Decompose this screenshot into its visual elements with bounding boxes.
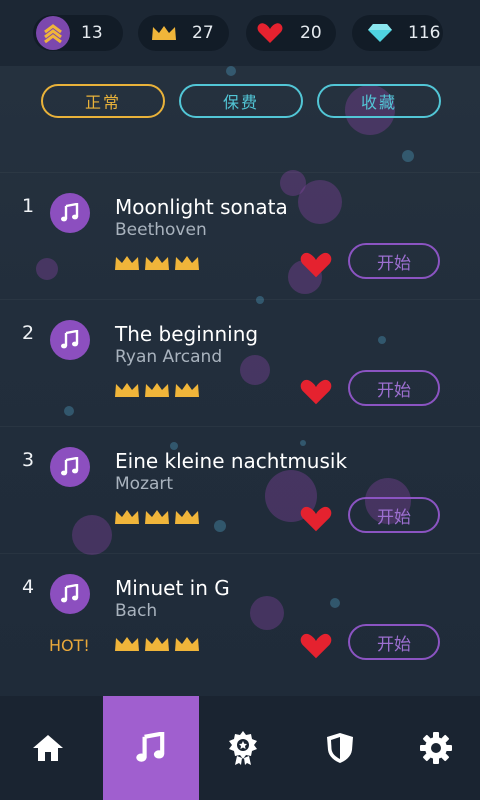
start-button[interactable]: 开始 bbox=[348, 497, 440, 533]
crown-icon bbox=[175, 256, 199, 270]
song-artist: Mozart bbox=[115, 474, 174, 494]
rank-stat: 13 bbox=[33, 15, 123, 51]
diamond-stat: 116 bbox=[352, 15, 443, 51]
tab-normal[interactable]: 正常 bbox=[41, 84, 165, 118]
start-button[interactable]: 开始 bbox=[348, 624, 440, 660]
crown-stat: 27 bbox=[138, 15, 229, 51]
crown-icon bbox=[115, 383, 139, 397]
crown-count: 27 bbox=[192, 23, 214, 43]
favorite-heart-icon[interactable] bbox=[300, 632, 332, 660]
crown-icon bbox=[144, 15, 184, 51]
nav-settings[interactable] bbox=[388, 696, 480, 800]
lives-count: 20 bbox=[300, 23, 322, 43]
song-crowns bbox=[114, 380, 200, 398]
song-title: Minuet in G bbox=[115, 576, 230, 600]
favorite-heart-icon[interactable] bbox=[300, 505, 332, 533]
gear-icon bbox=[420, 732, 452, 764]
stats-bar: 13 27 20 116 bbox=[0, 0, 480, 66]
rank-chevrons-icon bbox=[33, 15, 73, 51]
crown-icon bbox=[115, 510, 139, 524]
nav-shield[interactable] bbox=[292, 696, 388, 800]
lives-stat: 20 bbox=[246, 15, 336, 51]
song-title: Moonlight sonata bbox=[115, 195, 288, 219]
music-note-icon bbox=[50, 193, 90, 233]
song-artist: Bach bbox=[115, 601, 158, 621]
crown-icon bbox=[145, 637, 169, 651]
nav-songs[interactable] bbox=[103, 696, 199, 800]
music-note-icon bbox=[136, 732, 165, 762]
song-row: 1 Moonlight sonata Beethoven 开始 bbox=[0, 172, 480, 299]
filter-tabs: 正常 保费 收藏 bbox=[0, 84, 480, 122]
song-artist: Beethoven bbox=[115, 220, 207, 240]
song-title: Eine kleine nachtmusik bbox=[115, 449, 348, 473]
song-artist: Ryan Arcand bbox=[115, 347, 223, 367]
bg-dot bbox=[402, 150, 414, 162]
music-note-icon bbox=[50, 574, 90, 614]
heart-icon bbox=[250, 15, 290, 51]
start-button[interactable]: 开始 bbox=[348, 370, 440, 406]
crown-icon bbox=[145, 383, 169, 397]
song-title: The beginning bbox=[115, 322, 259, 346]
crown-icon bbox=[115, 637, 139, 651]
tab-favorites[interactable]: 收藏 bbox=[317, 84, 441, 118]
diamond-icon bbox=[360, 15, 400, 51]
bottom-nav bbox=[0, 696, 480, 800]
song-row: 3 Eine kleine nachtmusik Mozart 开始 bbox=[0, 426, 480, 553]
crown-icon bbox=[115, 256, 139, 270]
song-crowns bbox=[114, 507, 200, 525]
crown-icon bbox=[145, 256, 169, 270]
hot-label: HOT! bbox=[49, 636, 90, 655]
start-button[interactable]: 开始 bbox=[348, 243, 440, 279]
music-note-icon bbox=[50, 320, 90, 360]
song-row: 4 Minuet in G Bach HOT! 开始 bbox=[0, 553, 480, 680]
award-badge-icon bbox=[229, 731, 257, 765]
favorite-heart-icon[interactable] bbox=[300, 378, 332, 406]
song-crowns bbox=[114, 253, 200, 271]
song-index: 3 bbox=[22, 449, 35, 471]
home-icon bbox=[33, 735, 63, 761]
nav-home[interactable] bbox=[0, 696, 96, 800]
song-index: 2 bbox=[22, 322, 35, 344]
tab-premium[interactable]: 保费 bbox=[179, 84, 303, 118]
rank-value: 13 bbox=[81, 23, 103, 43]
song-crowns bbox=[114, 634, 200, 652]
song-row: 2 The beginning Ryan Arcand 开始 bbox=[0, 299, 480, 426]
crown-icon bbox=[175, 383, 199, 397]
song-index: 4 bbox=[22, 576, 35, 598]
nav-achievements[interactable] bbox=[195, 696, 291, 800]
crown-icon bbox=[175, 510, 199, 524]
song-index: 1 bbox=[22, 195, 35, 217]
favorite-heart-icon[interactable] bbox=[300, 251, 332, 279]
crown-icon bbox=[145, 510, 169, 524]
diamond-count: 116 bbox=[408, 23, 441, 43]
bg-dot bbox=[226, 66, 236, 76]
crown-icon bbox=[175, 637, 199, 651]
music-note-icon bbox=[50, 447, 90, 487]
shield-icon bbox=[327, 733, 353, 763]
